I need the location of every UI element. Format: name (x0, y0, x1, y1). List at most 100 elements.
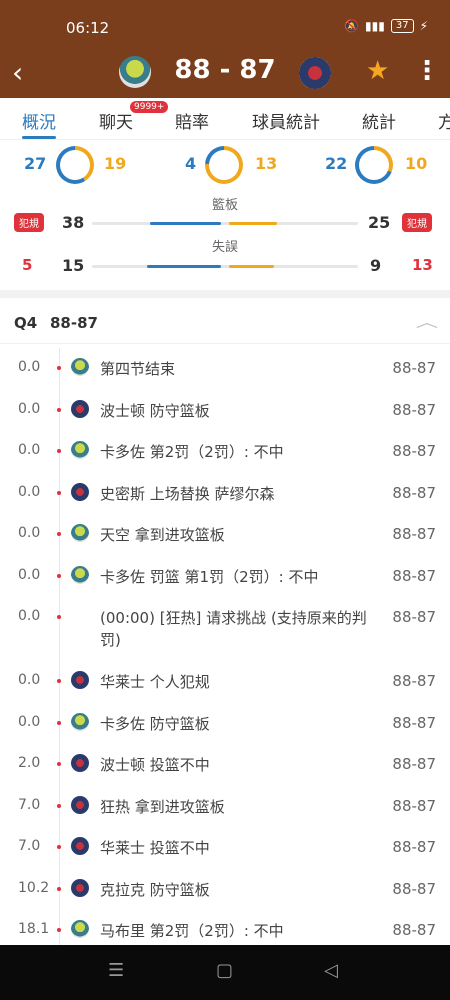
home-button-icon[interactable]: ▢ (216, 960, 233, 981)
play-description: 史密斯 上场替换 萨缪尔森 (100, 484, 275, 503)
charging-icon: ⚡ (419, 19, 428, 33)
timeline-dot (57, 366, 61, 370)
home-team-icon (71, 524, 89, 542)
tab-more[interactable]: 方 (438, 108, 450, 133)
play-time: 0.0 (18, 359, 41, 375)
favorite-star-icon[interactable]: ★ (366, 56, 389, 86)
play-score: 88-87 (392, 755, 436, 773)
play-by-play-list: 0.0 第四节结束 88-87 0.0 波士顿 防守篮板 88-87 0.0 卡多佐 第2罚（… (0, 348, 450, 952)
play-time: 0.0 (18, 566, 41, 583)
status-icons: 🔕 ▮▮▮ 37 ⚡ (344, 19, 428, 33)
play-score: 88-87 (392, 672, 436, 690)
header: 06:12 🔕 ▮▮▮ 37 ⚡ ‹ 88 - 87 ★ ⋮ (0, 0, 450, 98)
turnovers-away-bar (229, 265, 275, 268)
timeline-dot (57, 762, 61, 766)
turnovers-title: 失誤 (211, 240, 238, 255)
back-icon[interactable]: ‹ (12, 56, 38, 92)
play-score: 88-87 (392, 838, 436, 856)
play-score: 88-87 (392, 359, 436, 377)
play-description: 狂热 拿到进攻篮板 (100, 797, 225, 816)
play-time: 0.0 (18, 608, 41, 624)
play-score: 88-87 (392, 442, 436, 460)
away-team-icon (71, 482, 89, 501)
home-team-icon (71, 920, 89, 938)
home-fouls-value: 5 (22, 256, 33, 274)
system-nav-bar: ☰ ▢ ◁ (0, 945, 450, 1000)
match-score: 88 - 87 (174, 55, 276, 85)
timeline-dot (57, 679, 61, 683)
tab-overview[interactable]: 概況 (22, 108, 56, 133)
tab-odds[interactable]: 賠率 (175, 108, 209, 133)
away-fouls-value: 13 (412, 256, 433, 274)
chevron-up-icon[interactable]: ︿ (416, 312, 438, 332)
rebounds-row: 犯規 38 25 犯規 (0, 211, 450, 235)
recent-apps-icon[interactable]: ☰ (108, 960, 124, 981)
status-time: 06:12 (66, 19, 110, 37)
rebounds-home-value: 38 (62, 213, 85, 232)
chat-badge: 9999+ (130, 101, 169, 113)
tab-chat[interactable]: 聊天 (99, 108, 133, 133)
rebounds-away-value: 25 (368, 213, 391, 232)
timeline-dot (57, 845, 61, 849)
timeline-dot (57, 803, 61, 808)
play-time: 7.0 (18, 838, 41, 854)
timeline-dot (57, 615, 61, 619)
away-team-icon (71, 878, 89, 897)
stat-ring-group: 22 10 (325, 144, 450, 184)
stat-ring-group: 4 13 (185, 144, 325, 184)
away-team-icon (71, 754, 89, 772)
stat-ring (355, 146, 393, 184)
home-team-logo (119, 56, 151, 88)
mute-icon: 🔕 (344, 19, 360, 33)
play-row: 0.0 (00:00) [狂热] 请求挑战 (支持原来的判罚) 88-87 (0, 597, 450, 661)
play-row: 7.0 华莱士 投篮不中 88-87 (0, 827, 450, 869)
tab-bar: 概況 聊天 9999+ 賠率 球員統計 統計 方 (0, 98, 450, 140)
play-time: 7.0 (18, 796, 41, 813)
timeline-dot (57, 449, 61, 453)
quarter-header[interactable]: Q4 88-87 ︿ (0, 298, 450, 344)
tab-player-stats[interactable]: 球員統計 (252, 108, 320, 133)
play-description: 华莱士 个人犯规 (100, 673, 210, 691)
active-tab-indicator (22, 136, 56, 139)
play-row: 0.0 波士顿 防守篮板 88-87 (0, 390, 450, 432)
timeline-dot (57, 532, 61, 536)
play-description: 第四节结束 (100, 360, 176, 378)
play-description: 波士顿 投篮不中 (100, 756, 210, 774)
away-team-icon (71, 399, 89, 418)
timeline-dot (57, 886, 61, 891)
stat-ring (56, 146, 94, 184)
stat-ring-away-value: 19 (104, 154, 127, 173)
play-row: 7.0 狂热 拿到进攻篮板 88-87 (0, 786, 450, 828)
tab-stats[interactable]: 統計 (362, 108, 396, 133)
turnovers-home-value: 15 (62, 256, 85, 275)
play-row: 2.0 波士顿 投篮不中 88-87 (0, 744, 450, 786)
status-bar: 06:12 🔕 ▮▮▮ 37 ⚡ (0, 0, 450, 52)
timeline-dot (57, 573, 61, 578)
back-nav-icon[interactable]: ◁ (324, 960, 338, 981)
timeline-dot (57, 720, 61, 725)
play-score: 88-87 (392, 713, 436, 732)
play-score: 88-87 (392, 400, 436, 419)
stat-ring-home-value: 27 (24, 154, 47, 173)
quarter-label: Q4 (14, 314, 38, 332)
play-row: 0.0 卡多佐 防守篮板 88-87 (0, 703, 450, 745)
play-score: 88-87 (392, 566, 436, 585)
play-row: 0.0 卡多佐 罚篮 第1罚（2罚）: 不中 88-87 (0, 556, 450, 598)
timeline-dot (57, 490, 61, 495)
play-description: 卡多佐 第2罚（2罚）: 不中 (100, 443, 284, 461)
battery-icon: 37 (390, 19, 414, 33)
play-row: 0.0 史密斯 上场替换 萨缪尔森 88-87 (0, 473, 450, 515)
play-description: 马布里 第2罚（2罚）: 不中 (100, 922, 284, 940)
away-foul-tag: 犯規 (402, 213, 432, 232)
play-score: 88-87 (392, 483, 436, 502)
play-time: 0.0 (18, 442, 41, 458)
stat-ring-away-value: 10 (405, 154, 428, 173)
turnovers-track (92, 265, 358, 268)
rebounds-home-bar (149, 222, 221, 225)
home-team-icon (71, 712, 89, 731)
play-time: 0.0 (18, 525, 41, 541)
stat-ring-group: 27 19 (24, 144, 164, 184)
away-team-icon (71, 795, 89, 814)
more-menu-icon[interactable]: ⋮ (414, 56, 440, 86)
home-foul-tag: 犯規 (14, 213, 44, 232)
